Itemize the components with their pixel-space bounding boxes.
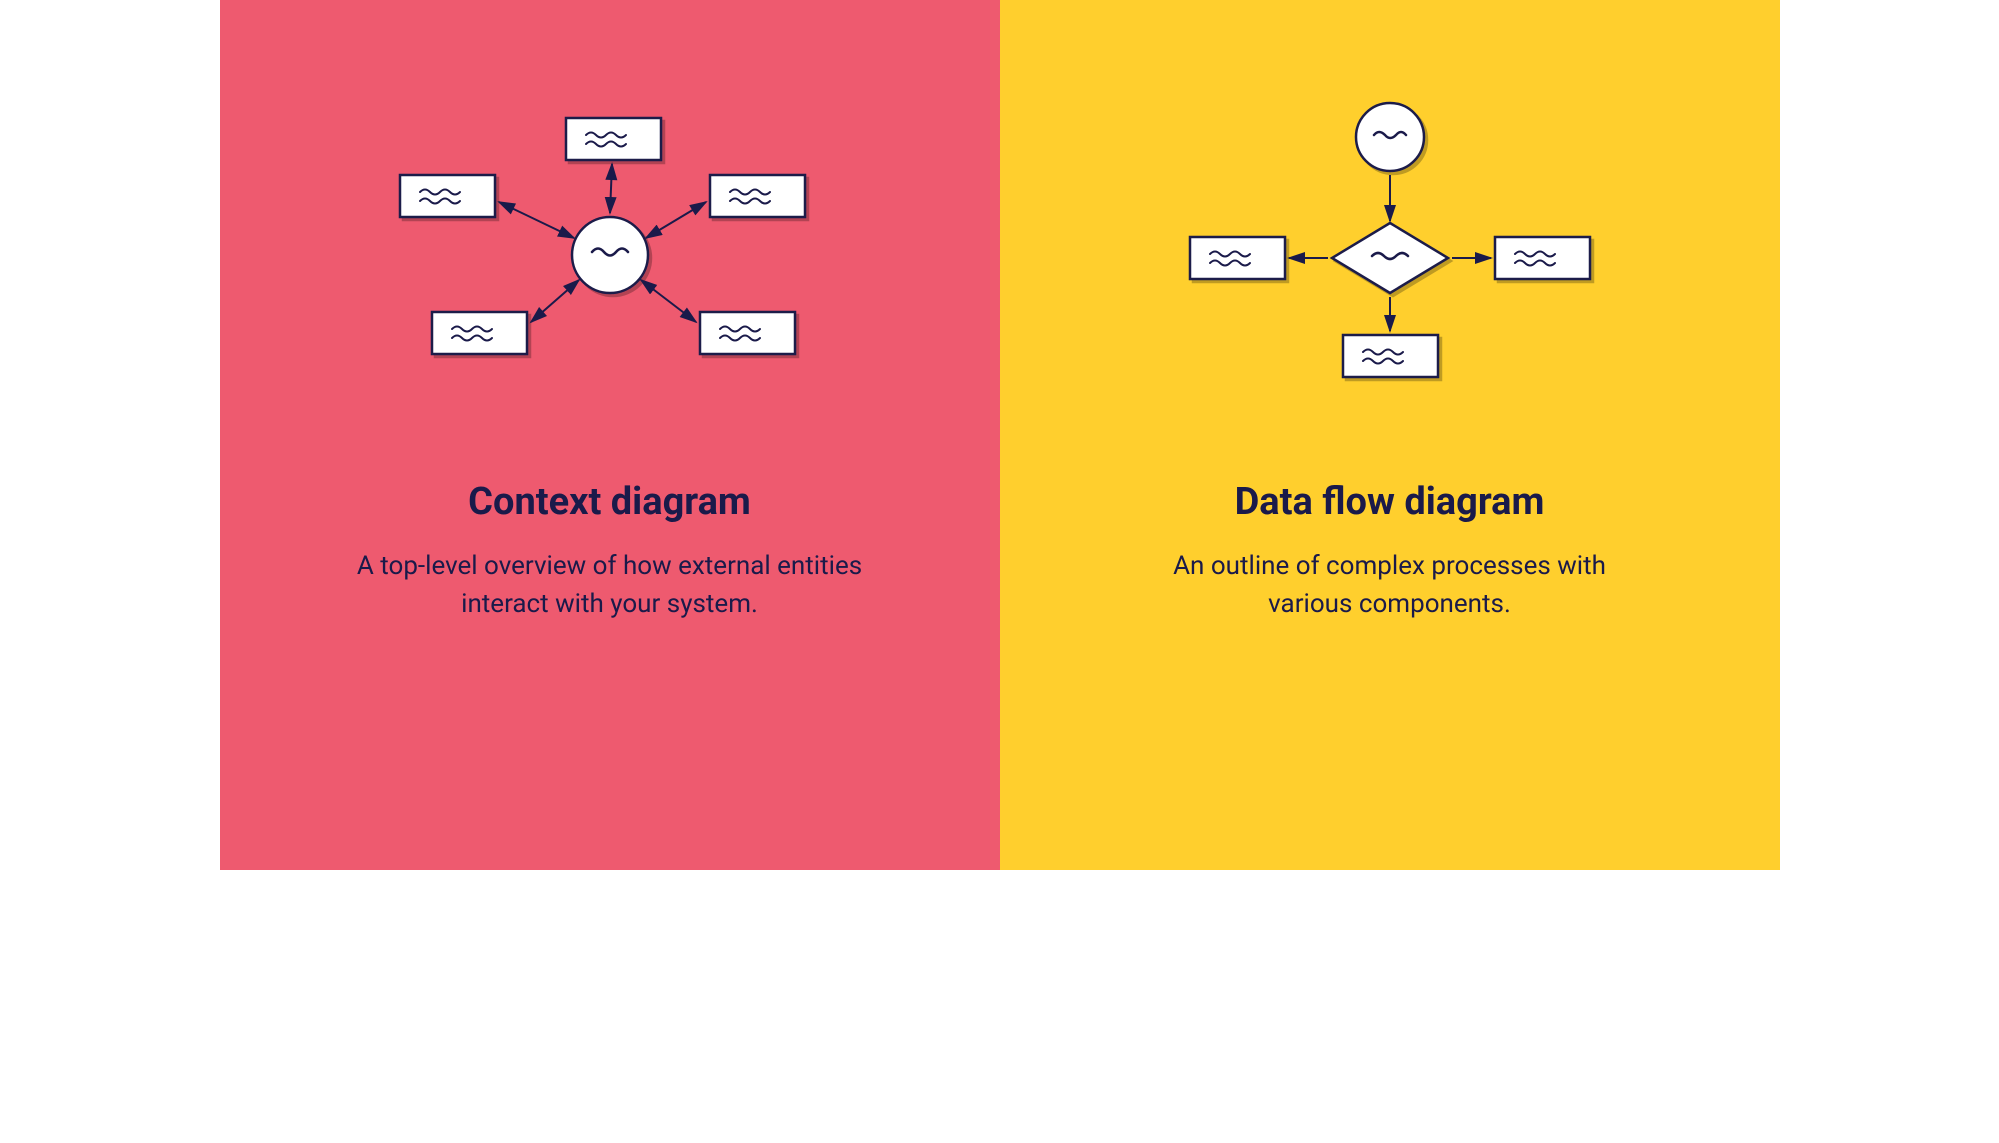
- entity-rect-left: [1190, 237, 1285, 279]
- entity-rect-right: [710, 175, 805, 217]
- connector-arrow: [641, 280, 696, 322]
- data-flow-diagram-svg: [1160, 95, 1620, 405]
- context-diagram-svg: [380, 100, 840, 400]
- context-diagram-description: A top-level overview of how external ent…: [350, 548, 870, 623]
- entity-rect-bottom-left: [432, 312, 527, 354]
- context-diagram-panel: Context diagram A top-level overview of …: [220, 0, 1000, 870]
- data-flow-diagram-illustration: [1060, 80, 1720, 420]
- data-flow-diagram-description: An outline of complex processes with var…: [1130, 548, 1650, 623]
- connector-arrow: [499, 202, 574, 238]
- context-diagram-title: Context diagram: [468, 480, 751, 524]
- comparison-container: Context diagram A top-level overview of …: [220, 0, 1780, 870]
- entity-rect-left: [400, 175, 495, 217]
- connector-arrow: [610, 164, 612, 213]
- entity-rect-right: [1495, 237, 1590, 279]
- data-flow-diagram-title: Data flow diagram: [1235, 480, 1545, 524]
- context-diagram-illustration: [280, 80, 940, 420]
- entity-rect-bottom-right: [700, 312, 795, 354]
- entity-rect-top: [566, 118, 661, 160]
- connector-arrow: [646, 202, 706, 238]
- entity-rect-bottom: [1343, 335, 1438, 377]
- connector-arrow: [531, 280, 579, 322]
- data-flow-diagram-panel: Data flow diagram An outline of complex …: [1000, 0, 1780, 870]
